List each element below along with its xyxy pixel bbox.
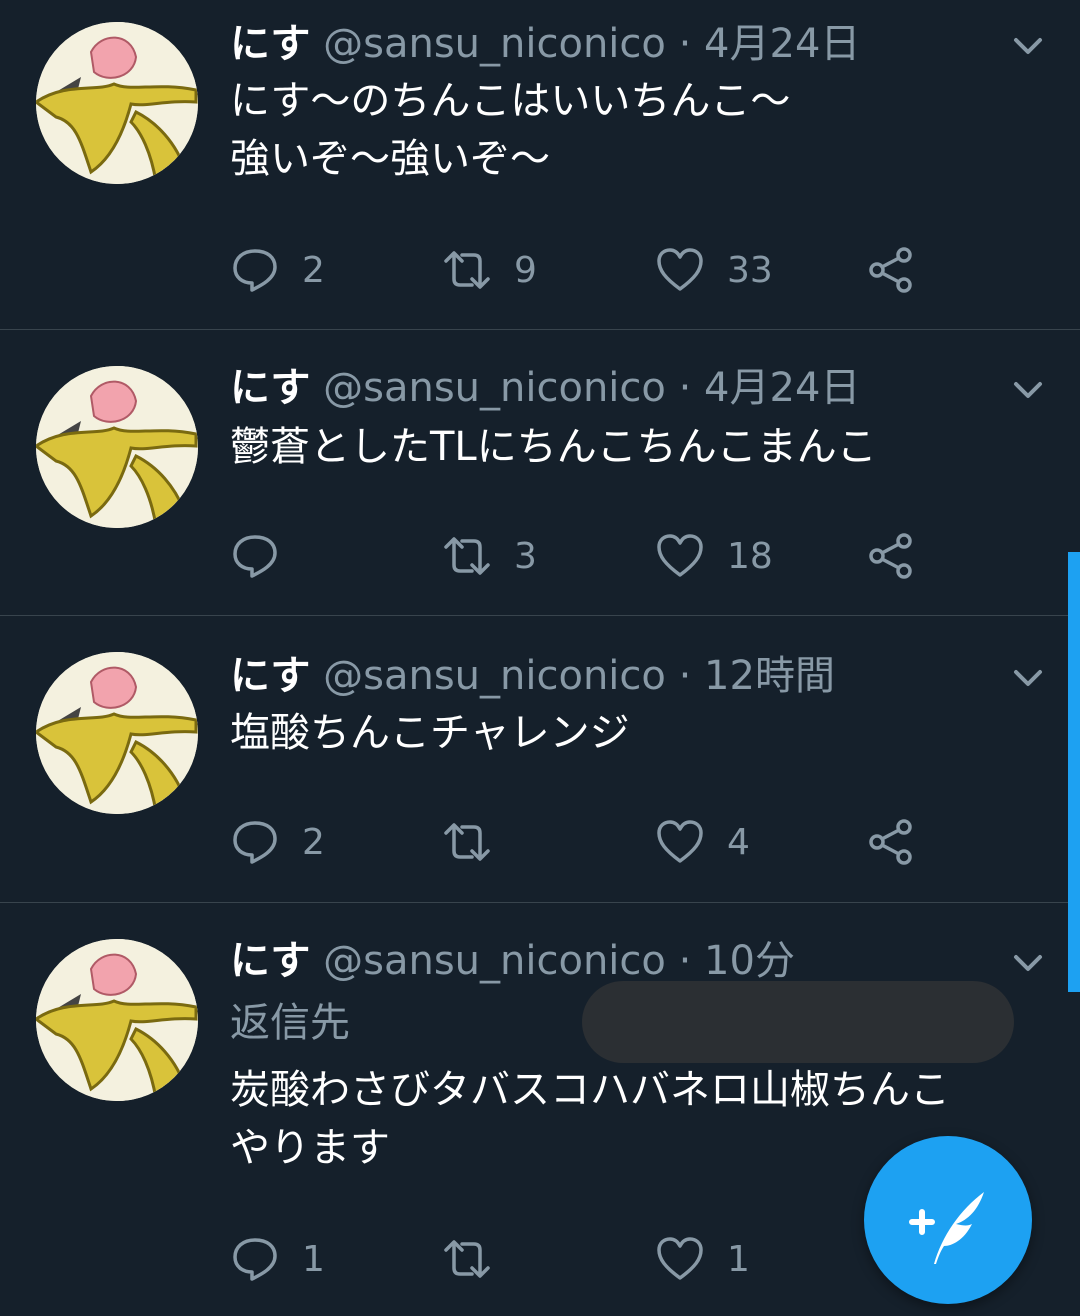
tweet-text: 炭酸わさびタバスコハバネロ山椒ちんこ やります [230,1061,950,1177]
avatar-image [36,652,198,814]
tweet-header: にす @sansu_niconico · 4月24日 [230,364,860,412]
reply-to-label: 返信先 [230,1000,350,1046]
user-handle[interactable]: @sansu_niconico [323,938,666,984]
user-handle[interactable]: @sansu_niconico [323,653,666,699]
avatar[interactable] [36,22,198,184]
display-name[interactable]: にす [230,938,310,984]
share-icon [869,819,912,865]
display-name[interactable]: にす [230,21,310,67]
like-button[interactable]: 33 [655,240,773,300]
heart-icon [657,820,703,863]
reply-count: 2 [302,821,325,863]
retweet-icon [444,823,490,861]
separator-dot: · [678,365,692,411]
reply-count: 1 [302,1238,325,1280]
heart-icon [657,248,703,291]
retweet-button[interactable]: 3 [442,526,537,586]
reply-count: 2 [302,249,325,291]
tweet-text-line: 炭酸わさびタバスコハバネロ山椒ちんこ [230,1067,950,1113]
tweet-text-line: 塩酸ちんこチャレンジ [230,710,630,756]
compose-feather-icon [909,1192,984,1264]
action-bar: 3 18 [230,526,950,586]
like-button[interactable]: 4 [655,812,750,872]
like-button[interactable]: 1 [655,1229,750,1289]
speech-bubble-icon [233,1238,277,1281]
retweet-icon [444,537,490,575]
avatar-image [36,939,198,1101]
speech-bubble-icon [233,535,277,578]
like-count: 18 [727,535,773,577]
tweet-header: にす @sansu_niconico · 12時間 [230,652,835,700]
tweet-text: 塩酸ちんこチャレンジ [230,704,630,762]
tweet-text-line: 強いぞ〜強いぞ〜 [230,136,550,182]
redacted-mention [582,981,1014,1063]
reply-button[interactable]: 2 [230,812,325,872]
tweet-text-line: にす〜のちんこはいいちんこ〜 [230,78,791,124]
share-button[interactable] [866,526,916,586]
avatar[interactable] [36,366,198,528]
avatar[interactable] [36,652,198,814]
timestamp[interactable]: 10分 [704,938,795,984]
tweet-header: にす @sansu_niconico · 4月24日 [230,20,860,68]
avatar-image [36,366,198,528]
chevron-down-icon[interactable] [1008,370,1048,410]
action-bar: 2 4 [230,812,950,872]
share-icon [869,247,912,293]
retweet-button[interactable]: 9 [442,240,537,300]
user-handle[interactable]: @sansu_niconico [323,21,666,67]
display-name[interactable]: にす [230,653,310,699]
tweet[interactable]: にす @sansu_niconico · 12時間 塩酸ちんこチャレンジ 2 4 [0,616,1080,903]
retweet-icon [444,251,490,289]
reply-button[interactable] [230,526,302,586]
chevron-down-icon[interactable] [1008,658,1048,698]
tweet-text: にす〜のちんこはいいちんこ〜 強いぞ〜強いぞ〜 [230,72,790,188]
timestamp[interactable]: 12時間 [704,653,835,699]
retweet-count: 3 [514,535,537,577]
like-count: 1 [727,1238,750,1280]
like-count: 33 [727,249,773,291]
timestamp[interactable]: 4月24日 [704,365,860,411]
avatar[interactable] [36,939,198,1101]
reply-context: 返信先 [230,981,1014,1063]
separator-dot: · [678,21,692,67]
heart-icon [657,534,703,577]
chevron-down-icon[interactable] [1008,943,1048,983]
reply-button[interactable]: 2 [230,240,325,300]
tweet-text-line: 鬱蒼としたTLにちんこちんこまんこ [230,424,877,470]
like-count: 4 [727,821,750,863]
like-button[interactable]: 18 [655,526,773,586]
timestamp[interactable]: 4月24日 [704,21,860,67]
scrollbar[interactable] [1068,552,1080,992]
tweet-text: 鬱蒼としたTLにちんこちんこまんこ [230,418,877,476]
separator-dot: · [678,938,692,984]
speech-bubble-icon [233,821,277,864]
avatar-image [36,22,198,184]
tweet-text-line: やります [230,1125,390,1171]
tweet[interactable]: にす @sansu_niconico · 4月24日 にす〜のちんこはいいちんこ… [0,0,1080,330]
user-handle[interactable]: @sansu_niconico [323,365,666,411]
reply-button[interactable]: 1 [230,1229,325,1289]
retweet-icon [444,1240,490,1278]
heart-icon [657,1237,703,1280]
action-bar: 1 1 [230,1229,950,1289]
share-button[interactable] [866,812,916,872]
retweet-button[interactable] [442,812,514,872]
display-name[interactable]: にす [230,365,310,411]
retweet-button[interactable] [442,1229,514,1289]
separator-dot: · [678,653,692,699]
compose-tweet-button[interactable] [864,1136,1032,1304]
retweet-count: 9 [514,249,537,291]
action-bar: 2 9 33 [230,240,950,300]
share-button[interactable] [866,240,916,300]
tweet-header: にす @sansu_niconico · 10分 [230,937,795,985]
chevron-down-icon[interactable] [1008,26,1048,66]
tweet[interactable]: にす @sansu_niconico · 4月24日 鬱蒼としたTLにちんこちん… [0,330,1080,616]
speech-bubble-icon [233,249,277,292]
share-icon [869,533,912,579]
